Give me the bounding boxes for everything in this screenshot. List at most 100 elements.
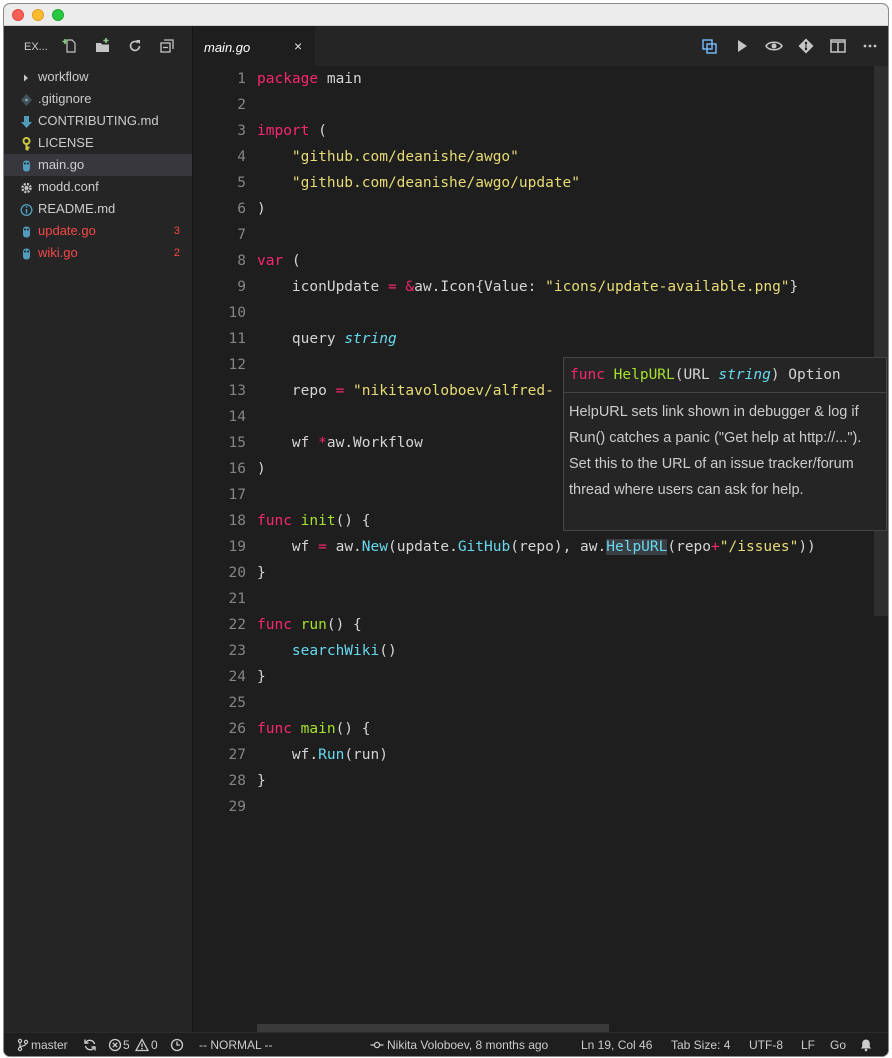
- git-diff-icon[interactable]: [797, 38, 815, 54]
- code-line: 22 func run() {: [193, 612, 873, 638]
- split-editor-icon[interactable]: [829, 38, 847, 54]
- line-number: 20: [228, 565, 246, 581]
- keyword: func: [570, 367, 605, 383]
- tree-item-label: .gitignore: [38, 91, 92, 106]
- line-number: 23: [228, 643, 246, 659]
- error-count[interactable]: 5: [123, 1038, 130, 1052]
- line-number: 21: [228, 591, 246, 607]
- code-editor[interactable]: 1 package main 2 3 import ( 4 "github.com/…: [193, 66, 888, 1032]
- code-text: repo: [291, 383, 336, 399]
- tree-folder-workflow[interactable]: workflow: [4, 66, 192, 88]
- tree-file-gitignore[interactable]: .gitignore: [4, 88, 192, 110]
- line-number: 17: [228, 487, 246, 503]
- bell-icon[interactable]: [859, 1038, 873, 1052]
- collapse-all-icon[interactable]: [158, 37, 176, 55]
- new-folder-icon[interactable]: [94, 37, 112, 55]
- sync-icon[interactable]: [83, 1038, 97, 1052]
- code-text: main: [318, 71, 362, 87]
- code-line: 4 "github.com/deanishe/awgo": [193, 144, 873, 170]
- language-mode[interactable]: Go: [830, 1038, 846, 1052]
- line-number: 14: [228, 409, 246, 425]
- warning-count[interactable]: 0: [151, 1038, 158, 1052]
- code-line: 5 "github.com/deanishe/awgo/update": [193, 170, 873, 196]
- code-text: ) Option: [770, 367, 841, 383]
- more-icon[interactable]: [861, 38, 879, 54]
- code-line: 8 var (: [193, 248, 873, 274]
- explorer-sidebar: EX... workflow .gitignore CONTRIBUTING.m…: [4, 26, 193, 1032]
- function-name: HelpURL: [613, 367, 675, 383]
- code-text: }: [257, 565, 266, 581]
- tree-file-main-go[interactable]: main.go: [4, 154, 192, 176]
- tree-item-label: README.md: [38, 201, 116, 216]
- end-of-line[interactable]: LF: [801, 1038, 815, 1052]
- minimize-window-button[interactable]: [32, 9, 44, 21]
- function-name: run: [300, 617, 327, 633]
- download-arrow-icon: [20, 114, 33, 128]
- code-text: (: [309, 123, 327, 139]
- close-tab-icon[interactable]: ×: [294, 38, 302, 54]
- line-number: 2: [237, 97, 246, 113]
- line-number: 15: [228, 435, 246, 451]
- keyword: var: [257, 253, 284, 269]
- code-text: )): [798, 539, 816, 555]
- tree-file-modd-conf[interactable]: modd.conf: [4, 176, 192, 198]
- run-icon[interactable]: [733, 38, 751, 54]
- function-name: main: [300, 721, 336, 737]
- close-window-button[interactable]: [12, 9, 24, 21]
- tree-file-license[interactable]: LICENSE: [4, 132, 192, 154]
- function-call: Run: [318, 747, 345, 763]
- vertical-scrollbar[interactable]: [874, 66, 888, 616]
- horizontal-scrollbar[interactable]: [257, 1024, 609, 1032]
- type-name: string: [344, 331, 397, 347]
- code-line: 11 query string: [193, 326, 873, 352]
- code-text: () {: [326, 617, 362, 633]
- code-text: (run): [344, 747, 388, 763]
- info-icon: [20, 202, 33, 217]
- tab-main-go[interactable]: main.go ×: [193, 26, 315, 66]
- code-text: (update.: [387, 539, 458, 555]
- hovered-symbol[interactable]: HelpURL: [606, 539, 668, 555]
- code-text: (repo), aw.: [510, 539, 607, 555]
- code-line: 6): [193, 196, 873, 222]
- error-icon[interactable]: [108, 1038, 122, 1052]
- cursor-position[interactable]: Ln 19, Col 46: [581, 1038, 652, 1052]
- code-text: (URL: [674, 367, 719, 383]
- encoding[interactable]: UTF-8: [749, 1038, 783, 1052]
- keyword: func: [257, 721, 292, 737]
- line-number: 27: [228, 747, 246, 763]
- tree-item-label: modd.conf: [38, 179, 99, 194]
- code-line: 10: [193, 300, 873, 326]
- compare-icon[interactable]: [701, 38, 719, 54]
- indentation[interactable]: Tab Size: 4: [671, 1038, 730, 1052]
- tree-file-contributing[interactable]: CONTRIBUTING.md: [4, 110, 192, 132]
- git-blame[interactable]: Nikita Voloboev, 8 months ago: [387, 1038, 548, 1052]
- warning-icon[interactable]: [134, 1038, 150, 1052]
- gear-icon: [20, 180, 33, 194]
- code-text: ): [257, 201, 266, 217]
- refresh-icon[interactable]: [126, 37, 144, 55]
- code-text: (: [283, 253, 301, 269]
- line-number: 11: [228, 331, 246, 347]
- toggle-preview-icon[interactable]: [765, 38, 783, 54]
- operator: *: [318, 435, 327, 451]
- explorer-title: EX...: [24, 41, 48, 53]
- code-line: 20}: [193, 560, 873, 586]
- clock-icon[interactable]: [170, 1038, 184, 1052]
- type-name: string: [718, 367, 771, 383]
- tree-file-update-go[interactable]: update.go 3: [4, 220, 192, 242]
- code-line: 2: [193, 92, 873, 118]
- line-number: 6: [237, 201, 246, 217]
- tree-file-wiki-go[interactable]: wiki.go 2: [4, 242, 192, 264]
- code-text: }: [789, 279, 799, 295]
- code-line: 1 package main: [193, 66, 873, 92]
- line-number: 4: [237, 149, 246, 165]
- code-text: }: [257, 669, 266, 685]
- line-number: 7: [237, 227, 246, 243]
- maximize-window-button[interactable]: [52, 9, 64, 21]
- hover-documentation: HelpURL sets link shown in debugger & lo…: [569, 404, 862, 498]
- tree-file-readme[interactable]: README.md: [4, 198, 192, 220]
- code-line: 29: [193, 794, 873, 820]
- git-branch[interactable]: master: [31, 1038, 68, 1052]
- new-file-icon[interactable]: [62, 37, 80, 55]
